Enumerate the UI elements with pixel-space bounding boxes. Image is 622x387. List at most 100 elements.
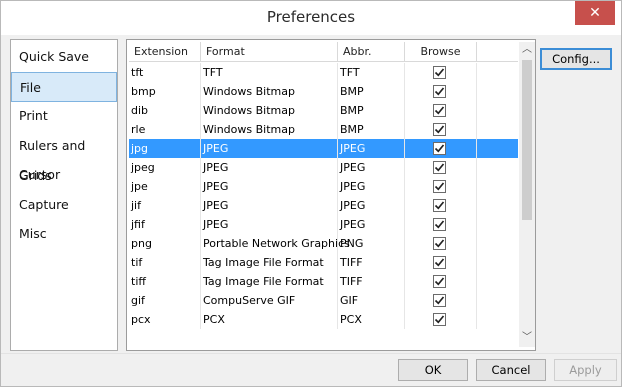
browse-checkbox[interactable]: [433, 275, 446, 288]
cell-spacer: [477, 234, 518, 253]
scroll-down-icon[interactable]: ﹀: [519, 330, 535, 346]
apply-button[interactable]: Apply: [554, 359, 617, 381]
cell-browse: [405, 310, 477, 329]
sidebar-item-quick-save[interactable]: Quick Save: [11, 42, 117, 72]
config-button[interactable]: Config...: [540, 48, 612, 70]
cell-browse: [405, 101, 477, 120]
cell-abbr: TIFF: [338, 272, 405, 291]
sidebar-item-capture[interactable]: Capture: [11, 190, 117, 220]
table-row[interactable]: pcx PCX PCX: [129, 310, 518, 329]
browse-checkbox[interactable]: [433, 313, 446, 326]
table-row[interactable]: tif Tag Image File Format TIFF: [129, 253, 518, 272]
cell-format: TFT: [201, 63, 338, 82]
browse-checkbox[interactable]: [433, 218, 446, 231]
browse-checkbox[interactable]: [433, 123, 446, 136]
table-row[interactable]: tiff Tag Image File Format TIFF: [129, 272, 518, 291]
checkmark-icon: [434, 87, 445, 96]
checkmark-icon: [434, 125, 445, 134]
cell-browse: [405, 215, 477, 234]
cell-browse: [405, 253, 477, 272]
cell-ext: jpeg: [129, 158, 201, 177]
cell-spacer: [477, 291, 518, 310]
browse-checkbox[interactable]: [433, 85, 446, 98]
cell-abbr: GIF: [338, 291, 405, 310]
cell-ext: dib: [129, 101, 201, 120]
table-row[interactable]: jpg JPEG JPEG: [129, 139, 518, 158]
table-row[interactable]: tft TFT TFT: [129, 63, 518, 82]
cell-format: PCX: [201, 310, 338, 329]
cell-browse: [405, 82, 477, 101]
cell-format: Tag Image File Format: [201, 253, 338, 272]
cell-format: Tag Image File Format: [201, 272, 338, 291]
file-types-table: Extension Format Abbr. Browse tft TFT TFT b…: [126, 39, 536, 351]
scroll-thumb[interactable]: [522, 60, 532, 220]
browse-checkbox[interactable]: [433, 161, 446, 174]
sidebar-item-file[interactable]: File: [11, 71, 117, 102]
table-row[interactable]: png Portable Network Graphics PNG: [129, 234, 518, 253]
sidebar-item-print[interactable]: Print: [11, 101, 117, 131]
ok-button[interactable]: OK: [398, 359, 468, 381]
cell-format: Windows Bitmap: [201, 82, 338, 101]
cell-browse: [405, 196, 477, 215]
cancel-button[interactable]: Cancel: [476, 359, 546, 381]
cell-ext: tif: [129, 253, 201, 272]
browse-checkbox[interactable]: [433, 294, 446, 307]
sidebar-item-misc[interactable]: Misc: [11, 219, 117, 249]
cell-ext: pcx: [129, 310, 201, 329]
checkmark-icon: [434, 106, 445, 115]
cell-browse: [405, 120, 477, 139]
checkmark-icon: [434, 239, 445, 248]
cell-abbr: BMP: [338, 82, 405, 101]
cell-format: JPEG: [201, 139, 338, 158]
cell-format: JPEG: [201, 177, 338, 196]
cell-abbr: BMP: [338, 120, 405, 139]
browse-checkbox[interactable]: [433, 104, 446, 117]
browse-checkbox[interactable]: [433, 256, 446, 269]
cell-browse: [405, 272, 477, 291]
table-row[interactable]: rle Windows Bitmap BMP: [129, 120, 518, 139]
cell-abbr: PCX: [338, 310, 405, 329]
checkmark-icon: [434, 163, 445, 172]
close-button[interactable]: ✕: [575, 1, 615, 25]
cell-browse: [405, 177, 477, 196]
header-browse[interactable]: Browse: [405, 42, 477, 62]
cell-ext: bmp: [129, 82, 201, 101]
table-row[interactable]: jif JPEG JPEG: [129, 196, 518, 215]
browse-checkbox[interactable]: [433, 237, 446, 250]
category-list: Quick Save File Print Rulers and Grids Curso…: [10, 39, 118, 351]
table-row[interactable]: gif CompuServe GIF GIF: [129, 291, 518, 310]
cell-ext: gif: [129, 291, 201, 310]
table-row[interactable]: dib Windows Bitmap BMP: [129, 101, 518, 120]
browse-checkbox[interactable]: [433, 66, 446, 79]
close-icon: ✕: [589, 5, 601, 21]
checkmark-icon: [434, 201, 445, 210]
vertical-scrollbar[interactable]: ︿ ﹀: [519, 42, 535, 347]
table-row[interactable]: jpe JPEG JPEG: [129, 177, 518, 196]
scroll-up-icon[interactable]: ︿: [519, 42, 535, 58]
cell-ext: jpe: [129, 177, 201, 196]
cell-ext: jpg: [129, 139, 201, 158]
checkmark-icon: [434, 220, 445, 229]
cell-abbr: JPEG: [338, 215, 405, 234]
cell-spacer: [477, 177, 518, 196]
cell-browse: [405, 63, 477, 82]
cell-browse: [405, 139, 477, 158]
header-extension[interactable]: Extension: [129, 42, 201, 62]
sidebar-item-cursor[interactable]: Cursor: [11, 160, 117, 190]
cell-spacer: [477, 253, 518, 272]
header-format[interactable]: Format: [201, 42, 338, 62]
sidebar-item-rulers-and-grids[interactable]: Rulers and Grids: [11, 131, 117, 183]
checkmark-icon: [434, 144, 445, 153]
cell-format: JPEG: [201, 215, 338, 234]
table-row[interactable]: jpeg JPEG JPEG: [129, 158, 518, 177]
cell-format: JPEG: [201, 158, 338, 177]
table-row[interactable]: bmp Windows Bitmap BMP: [129, 82, 518, 101]
header-abbr[interactable]: Abbr.: [338, 42, 405, 62]
browse-checkbox[interactable]: [433, 142, 446, 155]
checkmark-icon: [434, 277, 445, 286]
cell-format: JPEG: [201, 196, 338, 215]
browse-checkbox[interactable]: [433, 199, 446, 212]
browse-checkbox[interactable]: [433, 180, 446, 193]
table-row[interactable]: jfif JPEG JPEG: [129, 215, 518, 234]
cell-abbr: BMP: [338, 101, 405, 120]
